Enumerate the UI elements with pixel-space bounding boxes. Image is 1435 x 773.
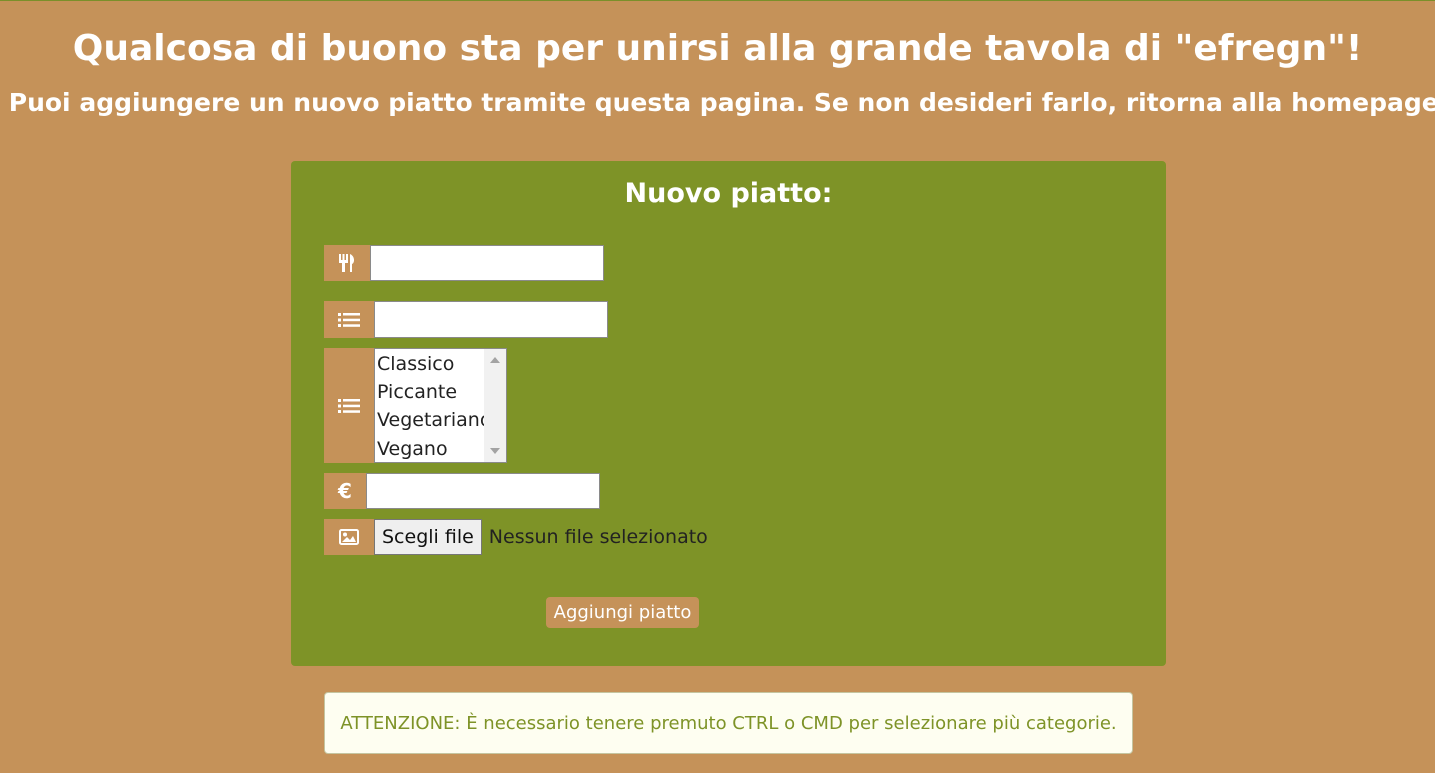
new-dish-form: Nuovo piatto: Classico Piccante Vegetari…: [291, 161, 1166, 666]
subtitle-text: Puoi aggiungere un nuovo piatto tramite …: [8, 88, 1118, 117]
category-option[interactable]: Vegetariano: [377, 406, 491, 434]
top-border: [0, 0, 1435, 1]
add-dish-button[interactable]: Aggiungi piatto: [546, 597, 699, 628]
homepage-link[interactable]: ritorna alla homepage: [1126, 88, 1435, 117]
utensils-icon: [324, 245, 370, 281]
file-status: Nessun file selezionato: [488, 526, 708, 548]
category-option[interactable]: Piccante: [377, 378, 457, 406]
form-title: Nuovo piatto:: [624, 178, 833, 209]
price-group: €: [324, 473, 600, 509]
scroll-up-arrow-icon[interactable]: [490, 357, 500, 363]
euro-icon: €: [324, 473, 366, 509]
page-subtitle: Puoi aggiungere un nuovo piatto tramite …: [0, 88, 1435, 117]
description-input[interactable]: [374, 301, 608, 338]
category-group: Classico Piccante Vegetariano Vegano: [324, 348, 507, 463]
scroll-down-arrow-icon[interactable]: [490, 448, 500, 454]
image-group: Scegli file Nessun file selezionato: [324, 519, 708, 555]
warning-alert: ATTENZIONE: È necessario tenere premuto …: [324, 692, 1133, 754]
select-scrollbar[interactable]: [484, 349, 506, 462]
list-icon: [324, 301, 374, 338]
description-group: [324, 301, 608, 338]
category-option[interactable]: Vegano: [377, 435, 448, 463]
alert-text: ATTENZIONE: È necessario tenere premuto …: [340, 712, 1117, 734]
image-icon: [324, 519, 374, 555]
page-title: Qualcosa di buono sta per unirsi alla gr…: [72, 28, 1363, 69]
list-icon: [324, 348, 374, 463]
category-select[interactable]: Classico Piccante Vegetariano Vegano: [374, 348, 507, 463]
dish-name-input[interactable]: [370, 245, 604, 281]
price-input[interactable]: [366, 473, 600, 509]
category-option[interactable]: Classico: [377, 350, 454, 378]
dish-name-group: [324, 245, 604, 281]
choose-file-button[interactable]: Scegli file: [374, 519, 482, 555]
